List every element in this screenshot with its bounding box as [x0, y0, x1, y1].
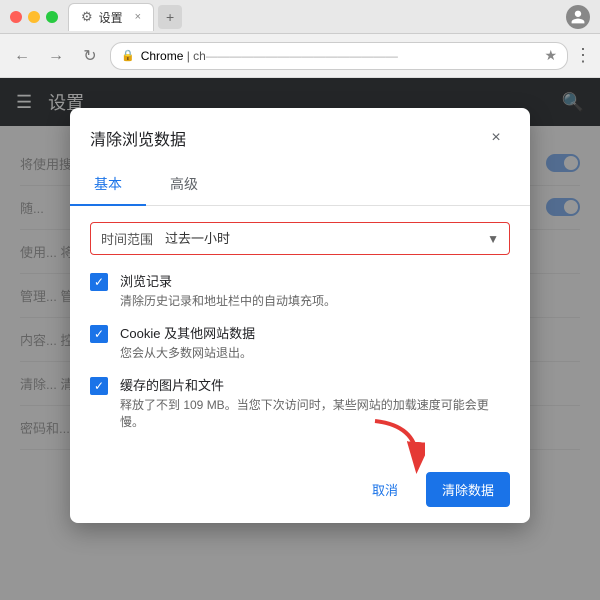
checkmark-icon: ✓ — [94, 275, 104, 289]
checkbox-2-content: Cookie 及其他网站数据 您会从大多数网站退出。 — [120, 323, 255, 361]
checkbox-1-content: 浏览记录 清除历史记录和地址栏中的自动填充项。 — [120, 271, 336, 309]
forward-btn[interactable]: → — [42, 42, 70, 70]
address-text: Chrome | ch———————————————— — [141, 49, 539, 63]
tab-title: 设置 — [99, 9, 123, 26]
more-options-btn[interactable]: ⋮ — [574, 45, 592, 66]
checkbox-cache: ✓ 缓存的图片和文件 释放了不到 109 MB。当您下次访问时，某些网站的加载速… — [90, 375, 510, 430]
dialog-title: 清除浏览数据 — [90, 126, 186, 150]
profile-icon[interactable] — [566, 5, 590, 29]
titlebar: ⚙ 设置 × + — [0, 0, 600, 34]
checkmark-icon: ✓ — [94, 327, 104, 341]
checkbox-3-title: 缓存的图片和文件 — [120, 375, 510, 394]
dialog-tabs: 基本 高级 — [70, 164, 530, 206]
chrome-label: Chrome — [141, 49, 184, 63]
gear-icon: ⚙ — [81, 9, 93, 25]
tab-basic[interactable]: 基本 — [70, 164, 146, 206]
checkbox-3-content: 缓存的图片和文件 释放了不到 109 MB。当您下次访问时，某些网站的加载速度可… — [120, 375, 510, 430]
minimize-window-btn[interactable] — [28, 11, 40, 23]
checkmark-icon: ✓ — [94, 379, 104, 393]
time-range-select[interactable]: 过去一小时 过去24小时 过去7天 过去4周 全部时间 — [165, 231, 475, 246]
maximize-window-btn[interactable] — [46, 11, 58, 23]
tab-bar: ⚙ 设置 × + — [68, 3, 566, 31]
traffic-lights — [10, 11, 58, 23]
dialog-body: 时间范围 过去一小时 过去24小时 过去7天 过去4周 全部时间 ▼ ✓ 浏览记… — [70, 206, 530, 460]
addressbar: ← → ↻ 🔒 Chrome | ch———————————————— ★ ⋮ — [0, 34, 600, 78]
arrow-indicator — [365, 416, 425, 481]
checkbox-1-title: 浏览记录 — [120, 271, 336, 290]
dialog-header: 清除浏览数据 × — [70, 108, 530, 152]
checkbox-3-desc: 释放了不到 109 MB。当您下次访问时，某些网站的加载速度可能会更慢。 — [120, 396, 510, 430]
refresh-btn[interactable]: ↻ — [76, 42, 104, 70]
dropdown-arrow-icon: ▼ — [487, 232, 499, 246]
tab-close-btn[interactable]: × — [135, 11, 141, 23]
checkbox-3[interactable]: ✓ — [90, 377, 108, 395]
checkbox-1[interactable]: ✓ — [90, 273, 108, 291]
dialog-footer: 取消 清除数据 — [70, 460, 530, 523]
checkbox-2-desc: 您会从大多数网站退出。 — [120, 344, 255, 361]
checkbox-cookies: ✓ Cookie 及其他网站数据 您会从大多数网站退出。 — [90, 323, 510, 361]
lock-icon: 🔒 — [121, 49, 135, 62]
address-bar-input[interactable]: 🔒 Chrome | ch———————————————— ★ — [110, 42, 568, 70]
tab-advanced[interactable]: 高级 — [146, 164, 222, 206]
clear-data-button[interactable]: 清除数据 — [426, 472, 510, 507]
bookmark-icon[interactable]: ★ — [544, 47, 557, 64]
settings-page: ☰ 设置 🔍 将使用搜索词补充查看资源提供生产途给 Google。 随... 使… — [0, 78, 600, 600]
back-btn[interactable]: ← — [8, 42, 36, 70]
time-range-selector[interactable]: 时间范围 过去一小时 过去24小时 过去7天 过去4周 全部时间 ▼ — [90, 222, 510, 255]
clear-browsing-dialog: 清除浏览数据 × 基本 高级 时间范围 过去一小时 过去24小时 过去7天 过去… — [70, 108, 530, 523]
close-window-btn[interactable] — [10, 11, 22, 23]
checkbox-1-desc: 清除历史记录和地址栏中的自动填充项。 — [120, 292, 336, 309]
dialog-close-btn[interactable]: × — [482, 124, 510, 152]
checkbox-browsing-history: ✓ 浏览记录 清除历史记录和地址栏中的自动填充项。 — [90, 271, 510, 309]
address-path: | ch———————————————— — [187, 49, 398, 63]
checkbox-2-title: Cookie 及其他网站数据 — [120, 323, 255, 342]
time-range-label: 时间范围 — [101, 229, 153, 248]
active-tab[interactable]: ⚙ 设置 × — [68, 3, 154, 31]
new-tab-btn[interactable]: + — [158, 5, 182, 29]
checkbox-2[interactable]: ✓ — [90, 325, 108, 343]
